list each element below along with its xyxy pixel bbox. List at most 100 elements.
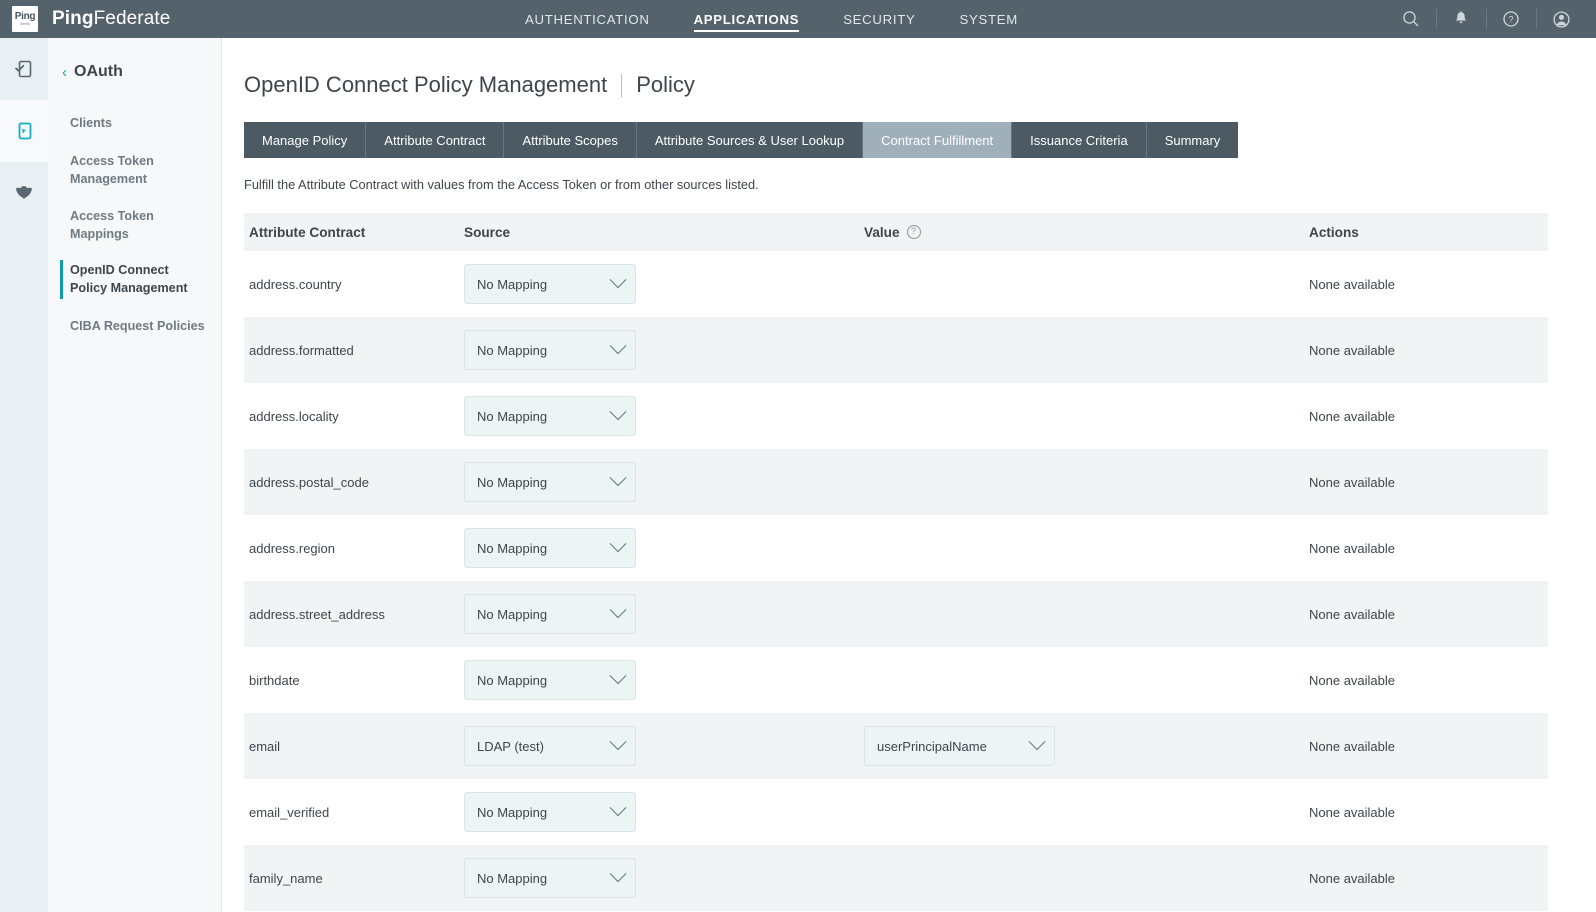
cell-value [859,581,1304,647]
nav-item-authentication[interactable]: AUTHENTICATION [525,0,650,38]
cell-value [859,515,1304,581]
tab-manage-policy[interactable]: Manage Policy [244,122,366,158]
cell-value [859,317,1304,383]
cell-source: No Mapping [459,317,859,383]
cell-attribute: address.formatted [244,317,459,383]
chevron-down-icon [610,535,627,552]
column-header-source: Source [459,213,859,251]
chevron-down-icon [1029,733,1046,750]
value-select[interactable]: userPrincipalName [864,726,1055,766]
value-select-value: userPrincipalName [877,739,987,754]
source-select-value: No Mapping [477,343,547,358]
sidebar-item-openid-connect-policy-management[interactable]: OpenID Connect Policy Management [48,252,221,307]
source-select[interactable]: No Mapping [464,264,636,304]
svg-text:?: ? [1508,15,1513,25]
cell-actions: None available [1304,779,1548,845]
cell-actions: None available [1304,713,1548,779]
source-select[interactable]: No Mapping [464,396,636,436]
source-select[interactable]: No Mapping [464,330,636,370]
tab-bar: Manage Policy Attribute Contract Attribu… [244,122,1596,158]
cell-actions: None available [1304,581,1548,647]
cell-source: No Mapping [459,515,859,581]
column-header-value-label: Value [864,225,900,240]
sidebar-menu: ‹ OAuth Clients Access Token Management … [48,38,222,912]
source-select-value: No Mapping [477,409,547,424]
policies-rail-icon[interactable] [0,162,48,224]
chevron-down-icon [610,469,627,486]
sidebar-item-access-token-management[interactable]: Access Token Management [48,143,221,198]
sidebar-item-ciba-request-policies[interactable]: CIBA Request Policies [48,307,221,347]
cell-attribute: address.region [244,515,459,581]
source-select[interactable]: No Mapping [464,462,636,502]
nav-item-security[interactable]: SECURITY [843,0,915,38]
source-select[interactable]: No Mapping [464,858,636,898]
sidebar-item-clients[interactable]: Clients [48,103,221,143]
tab-attribute-scopes[interactable]: Attribute Scopes [504,122,636,158]
cell-actions: None available [1304,647,1548,713]
oauth-rail-icon[interactable] [0,100,48,162]
tab-attribute-sources-user-lookup[interactable]: Attribute Sources & User Lookup [637,122,863,158]
column-header-value: Value ? [859,213,1304,251]
ping-logo-wordmark: Ping [15,12,35,22]
cell-value [859,449,1304,515]
table-row: email_verified No Mapping None available [244,779,1548,845]
chevron-down-icon [610,403,627,420]
chevron-down-icon [610,799,627,816]
source-select[interactable]: No Mapping [464,594,636,634]
cell-source: No Mapping [459,779,859,845]
brand[interactable]: Ping Identity PingFederate [0,6,320,32]
contract-fulfillment-table: Attribute Contract Source Value ? Action… [244,213,1548,911]
nav-item-applications[interactable]: APPLICATIONS [694,0,800,38]
chevron-down-icon [610,667,627,684]
ping-logo-subtext: Identity [20,23,30,26]
notifications-bell-icon[interactable] [1436,0,1486,38]
cell-source: No Mapping [459,383,859,449]
cell-value [859,647,1304,713]
chevron-left-icon: ‹ [62,65,67,80]
table-row: email LDAP (test) userPrincipalName None… [244,713,1548,779]
ping-logo-icon: Ping Identity [12,6,38,32]
product-name: PingFederate [52,8,170,30]
page-description: Fulfill the Attribute Contract with valu… [222,158,1596,192]
cell-actions: None available [1304,449,1548,515]
cell-value: userPrincipalName [859,713,1304,779]
page-title-main: OpenID Connect Policy Management [244,72,607,98]
top-bar: Ping Identity PingFederate AUTHENTICATIO… [0,0,1596,38]
source-select[interactable]: No Mapping [464,792,636,832]
user-avatar-icon[interactable] [1536,0,1586,38]
cell-value [859,845,1304,911]
product-name-light: Federate [94,8,171,29]
product-name-bold: Ping [52,8,94,29]
cell-attribute: email [244,713,459,779]
search-icon[interactable] [1386,0,1436,38]
table-header-row: Attribute Contract Source Value ? Action… [244,213,1548,251]
cell-source: LDAP (test) [459,713,859,779]
source-select-value: No Mapping [477,541,547,556]
applications-rail-icon[interactable] [0,38,48,100]
value-help-icon[interactable]: ? [907,225,921,239]
source-select-value: LDAP (test) [477,739,544,754]
tab-contract-fulfillment[interactable]: Contract Fulfillment [863,122,1012,158]
nav-item-system[interactable]: SYSTEM [959,0,1017,38]
help-icon[interactable]: ? [1486,0,1536,38]
table-row: family_name No Mapping None available [244,845,1548,911]
cell-source: No Mapping [459,845,859,911]
sidebar-item-access-token-mappings[interactable]: Access Token Mappings [48,198,221,253]
table-row: address.region No Mapping None available [244,515,1548,581]
tab-issuance-criteria[interactable]: Issuance Criteria [1012,122,1147,158]
page-title-sub: Policy [636,72,695,98]
source-select[interactable]: No Mapping [464,528,636,568]
table-row: address.formatted No Mapping None availa… [244,317,1548,383]
chevron-down-icon [610,271,627,288]
cell-attribute: address.street_address [244,581,459,647]
sidebar-item-label: CIBA Request Policies [70,317,205,335]
sidebar-back-oauth[interactable]: ‹ OAuth [48,38,221,81]
source-select[interactable]: LDAP (test) [464,726,636,766]
tab-attribute-contract[interactable]: Attribute Contract [366,122,504,158]
title-divider [621,74,622,97]
tab-summary[interactable]: Summary [1147,122,1239,158]
cell-attribute: birthdate [244,647,459,713]
source-select[interactable]: No Mapping [464,660,636,700]
source-select-value: No Mapping [477,673,547,688]
cell-attribute: address.postal_code [244,449,459,515]
